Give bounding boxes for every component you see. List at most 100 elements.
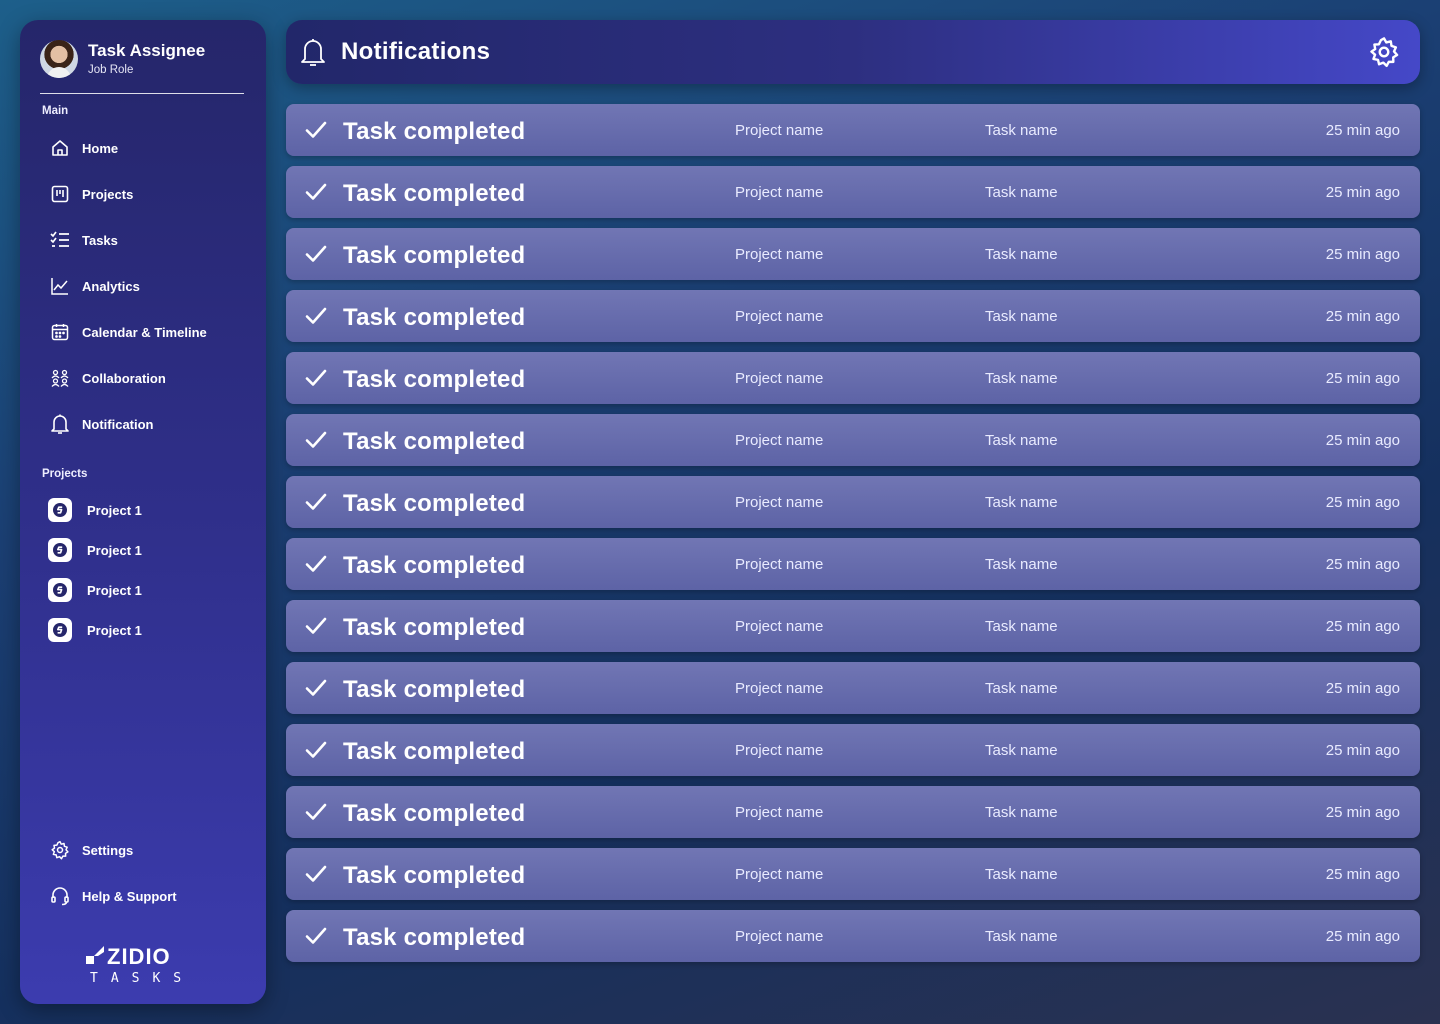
notification-project: Project name [735, 370, 824, 387]
project-s-icon [48, 618, 72, 642]
notification-item[interactable]: Task completed Project name Task name 25 mi… [286, 786, 1420, 838]
sidebar: Task Assignee Job Role Main Home Project… [20, 20, 266, 1004]
sidebar-item-label: Analytics [82, 278, 140, 294]
bell-icon [300, 37, 326, 72]
notification-title: Task completed [343, 614, 526, 641]
settings-gear-icon[interactable] [1366, 34, 1402, 70]
user-profile[interactable]: Task Assignee Job Role [40, 40, 244, 94]
notification-item[interactable]: Task completed Project name Task name 25 mi… [286, 910, 1420, 962]
collaboration-icon [48, 366, 72, 390]
project-s-icon [48, 578, 72, 602]
notification-item[interactable]: Task completed Project name Task name 25 mi… [286, 104, 1420, 156]
notification-time: 25 min ago [1325, 246, 1400, 263]
notification-title: Task completed [343, 490, 526, 517]
notification-title: Task completed [343, 800, 526, 827]
notification-project: Project name [735, 122, 824, 139]
sidebar-project-item[interactable]: Project 1 [48, 616, 238, 644]
sidebar-item-label: Collaboration [82, 370, 166, 386]
notification-task: Task name [985, 928, 1058, 945]
notification-time: 25 min ago [1325, 928, 1400, 945]
notification-time: 25 min ago [1325, 432, 1400, 449]
notification-title: Task completed [343, 180, 526, 207]
sidebar-item-calendar[interactable]: Calendar & Timeline [48, 317, 238, 347]
analytics-icon [48, 274, 72, 298]
avatar [40, 40, 78, 78]
notification-time: 25 min ago [1325, 804, 1400, 821]
project-label: Project 1 [87, 582, 142, 598]
check-icon [304, 118, 328, 147]
sidebar-item-help[interactable]: Help & Support [48, 881, 238, 911]
notification-project: Project name [735, 742, 824, 759]
check-icon [304, 862, 328, 891]
notification-item[interactable]: Task completed Project name Task name 25 mi… [286, 228, 1420, 280]
headset-icon [48, 884, 72, 908]
notification-project: Project name [735, 804, 824, 821]
check-icon [304, 304, 328, 333]
notification-title: Task completed [343, 552, 526, 579]
user-name: Task Assignee [88, 41, 206, 60]
sidebar-item-collaboration[interactable]: Collaboration [48, 363, 238, 393]
logo-word: ZIDIO [107, 944, 171, 969]
notification-project: Project name [735, 308, 824, 325]
notification-time: 25 min ago [1325, 742, 1400, 759]
notification-title: Task completed [343, 676, 526, 703]
sidebar-item-home[interactable]: Home [48, 133, 238, 163]
notification-item[interactable]: Task completed Project name Task name 25 mi… [286, 414, 1420, 466]
project-label: Project 1 [87, 502, 142, 518]
page-title: Notifications [341, 38, 491, 65]
notification-task: Task name [985, 556, 1058, 573]
notification-item[interactable]: Task completed Project name Task name 25 mi… [286, 538, 1420, 590]
project-label: Project 1 [87, 622, 142, 638]
check-icon [304, 676, 328, 705]
notification-time: 25 min ago [1325, 866, 1400, 883]
notification-time: 25 min ago [1325, 370, 1400, 387]
notification-title: Task completed [343, 862, 526, 889]
sidebar-item-tasks[interactable]: Tasks [48, 225, 238, 255]
notification-task: Task name [985, 742, 1058, 759]
check-icon [304, 614, 328, 643]
notification-item[interactable]: Task completed Project name Task name 25 mi… [286, 600, 1420, 652]
notification-task: Task name [985, 866, 1058, 883]
notification-title: Task completed [343, 366, 526, 393]
user-role: Job Role [88, 64, 134, 76]
notification-item[interactable]: Task completed Project name Task name 25 mi… [286, 476, 1420, 528]
sidebar-project-item[interactable]: Project 1 [48, 496, 238, 524]
notification-item[interactable]: Task completed Project name Task name 25 mi… [286, 290, 1420, 342]
sidebar-item-notification[interactable]: Notification [48, 409, 238, 439]
sidebar-item-settings[interactable]: Settings [48, 835, 238, 865]
calendar-icon [48, 320, 72, 344]
notification-project: Project name [735, 184, 824, 201]
sidebar-project-item[interactable]: Project 1 [48, 536, 238, 564]
notification-time: 25 min ago [1325, 184, 1400, 201]
sidebar-item-label: Projects [82, 186, 134, 202]
kanban-icon [48, 182, 72, 206]
notification-item[interactable]: Task completed Project name Task name 25 mi… [286, 724, 1420, 776]
notification-time: 25 min ago [1325, 556, 1400, 573]
check-icon [304, 738, 328, 767]
notification-task: Task name [985, 494, 1058, 511]
notification-task: Task name [985, 184, 1058, 201]
home-icon [48, 136, 72, 160]
notification-task: Task name [985, 432, 1058, 449]
section-label-main: Main [42, 105, 69, 117]
sidebar-item-projects[interactable]: Projects [48, 179, 238, 209]
bell-icon [48, 412, 72, 436]
notification-title: Task completed [343, 428, 526, 455]
notification-item[interactable]: Task completed Project name Task name 25 mi… [286, 166, 1420, 218]
sidebar-item-label: Tasks [82, 232, 118, 248]
check-icon [304, 366, 328, 395]
notification-project: Project name [735, 556, 824, 573]
logo-mark-icon [86, 946, 104, 964]
notification-time: 25 min ago [1325, 618, 1400, 635]
notification-project: Project name [735, 494, 824, 511]
notification-time: 25 min ago [1325, 494, 1400, 511]
notification-item[interactable]: Task completed Project name Task name 25 mi… [286, 352, 1420, 404]
notification-title: Task completed [343, 242, 526, 269]
notification-task: Task name [985, 680, 1058, 697]
notification-title: Task completed [343, 118, 526, 145]
notification-item[interactable]: Task completed Project name Task name 25 mi… [286, 848, 1420, 900]
project-s-icon [48, 538, 72, 562]
notification-item[interactable]: Task completed Project name Task name 25 mi… [286, 662, 1420, 714]
sidebar-project-item[interactable]: Project 1 [48, 576, 238, 604]
sidebar-item-analytics[interactable]: Analytics [48, 271, 238, 301]
